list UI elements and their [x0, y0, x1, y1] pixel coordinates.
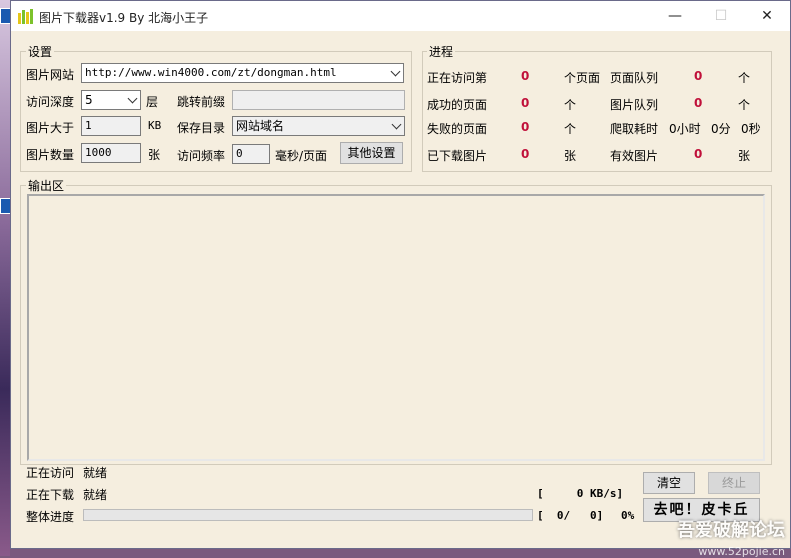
site-label: 图片网站 — [26, 68, 75, 82]
downloaded-images-unit: 张 — [564, 149, 577, 163]
valid-images-count: 0 — [694, 147, 703, 161]
overall-percent: 0% — [621, 509, 635, 522]
other-settings-button[interactable]: 其他设置 — [340, 142, 403, 164]
close-button[interactable]: ✕ — [744, 1, 790, 31]
save-dir-label: 保存目录 — [177, 121, 226, 135]
watermark-url: www.52pojie.cn — [698, 545, 785, 558]
page-queue-unit: 个 — [738, 71, 751, 85]
redirect-prefix-input[interactable] — [232, 90, 405, 110]
depth-value: 5 — [85, 93, 93, 107]
image-queue-label: 图片队列 — [610, 98, 659, 112]
failed-pages-unit: 个 — [564, 122, 577, 136]
frequency-label: 访问频率 — [177, 149, 226, 163]
success-pages-unit: 个 — [564, 98, 577, 112]
depth-label: 访问深度 — [26, 95, 75, 109]
min-size-input[interactable]: 1 — [81, 116, 141, 136]
page-queue-label: 页面队列 — [610, 71, 659, 85]
image-count-input[interactable]: 1000 — [81, 143, 141, 163]
elapsed-hours: 0小时 — [669, 122, 701, 136]
elapsed-label: 爬取耗时 — [610, 122, 659, 136]
frequency-input[interactable]: 0 — [232, 144, 270, 164]
elapsed-minutes: 0分 — [711, 122, 731, 136]
site-url-value: http://www.win4000.com/zt/dongman.html — [85, 66, 337, 79]
overall-progress-bar — [83, 509, 533, 521]
status-downloading-label: 正在下载 — [26, 488, 75, 502]
image-queue-unit: 个 — [738, 98, 751, 112]
min-size-label: 图片大于 — [26, 121, 75, 135]
downloaded-images-count: 0 — [521, 147, 530, 161]
downloaded-images-label: 已下载图片 — [427, 149, 488, 163]
min-size-unit: KB — [148, 119, 162, 132]
status-visiting-label: 正在访问 — [26, 466, 75, 480]
site-url-combobox[interactable]: http://www.win4000.com/zt/dongman.html — [81, 63, 404, 83]
status-downloading-value: 就绪 — [83, 488, 108, 502]
watermark-text: 吾爱破解论坛 — [677, 520, 785, 541]
frequency-unit: 毫秒/页面 — [275, 149, 328, 163]
maximize-button[interactable]: ☐ — [698, 1, 744, 31]
visiting-page-unit: 个页面 — [564, 71, 601, 85]
download-speed: [ 0 KB/s] — [537, 487, 624, 500]
success-pages-count: 0 — [521, 96, 530, 110]
clear-button[interactable]: 清空 — [643, 472, 695, 494]
window-title: 图片下载器v1.9 By 北海小王子 — [39, 11, 209, 25]
image-count-unit: 张 — [148, 148, 161, 162]
page-queue-count: 0 — [694, 69, 703, 83]
chevron-down-icon[interactable] — [127, 93, 138, 104]
failed-pages-label: 失败的页面 — [427, 122, 488, 136]
desktop-background — [0, 0, 10, 556]
progress-group-label: 进程 — [427, 43, 456, 60]
valid-images-label: 有效图片 — [610, 149, 659, 163]
depth-unit: 层 — [146, 95, 159, 109]
settings-group-label: 设置 — [26, 43, 55, 60]
output-log[interactable] — [27, 194, 765, 461]
app-window: 图片下载器v1.9 By 北海小王子 — ☐ ✕ 设置 图片网站 http://… — [10, 0, 791, 549]
chevron-down-icon[interactable] — [391, 119, 402, 130]
visiting-page-label: 正在访问第 — [427, 71, 488, 85]
failed-pages-count: 0 — [521, 120, 530, 134]
stop-button[interactable]: 终止 — [708, 472, 760, 494]
app-logo-icon — [18, 9, 33, 24]
redirect-prefix-label: 跳转前缀 — [177, 95, 226, 109]
minimize-button[interactable]: — — [652, 1, 698, 31]
valid-images-unit: 张 — [738, 149, 751, 163]
chevron-down-icon[interactable] — [390, 66, 401, 77]
elapsed-seconds: 0秒 — [741, 122, 761, 136]
output-group-label: 输出区 — [26, 177, 67, 194]
save-dir-value: 网站域名 — [236, 119, 285, 133]
title-bar[interactable]: 图片下载器v1.9 By 北海小王子 — ☐ ✕ — [11, 1, 790, 31]
success-pages-label: 成功的页面 — [427, 98, 488, 112]
overall-progress-label: 整体进度 — [26, 510, 75, 524]
image-count-label: 图片数量 — [26, 148, 75, 162]
save-dir-select[interactable]: 网站域名 — [232, 116, 405, 136]
visiting-page-count: 0 — [521, 69, 530, 83]
depth-select[interactable]: 5 — [81, 90, 141, 110]
download-count: [ 0/ 0] — [537, 509, 604, 522]
status-visiting-value: 就绪 — [83, 466, 108, 480]
image-queue-count: 0 — [694, 96, 703, 110]
